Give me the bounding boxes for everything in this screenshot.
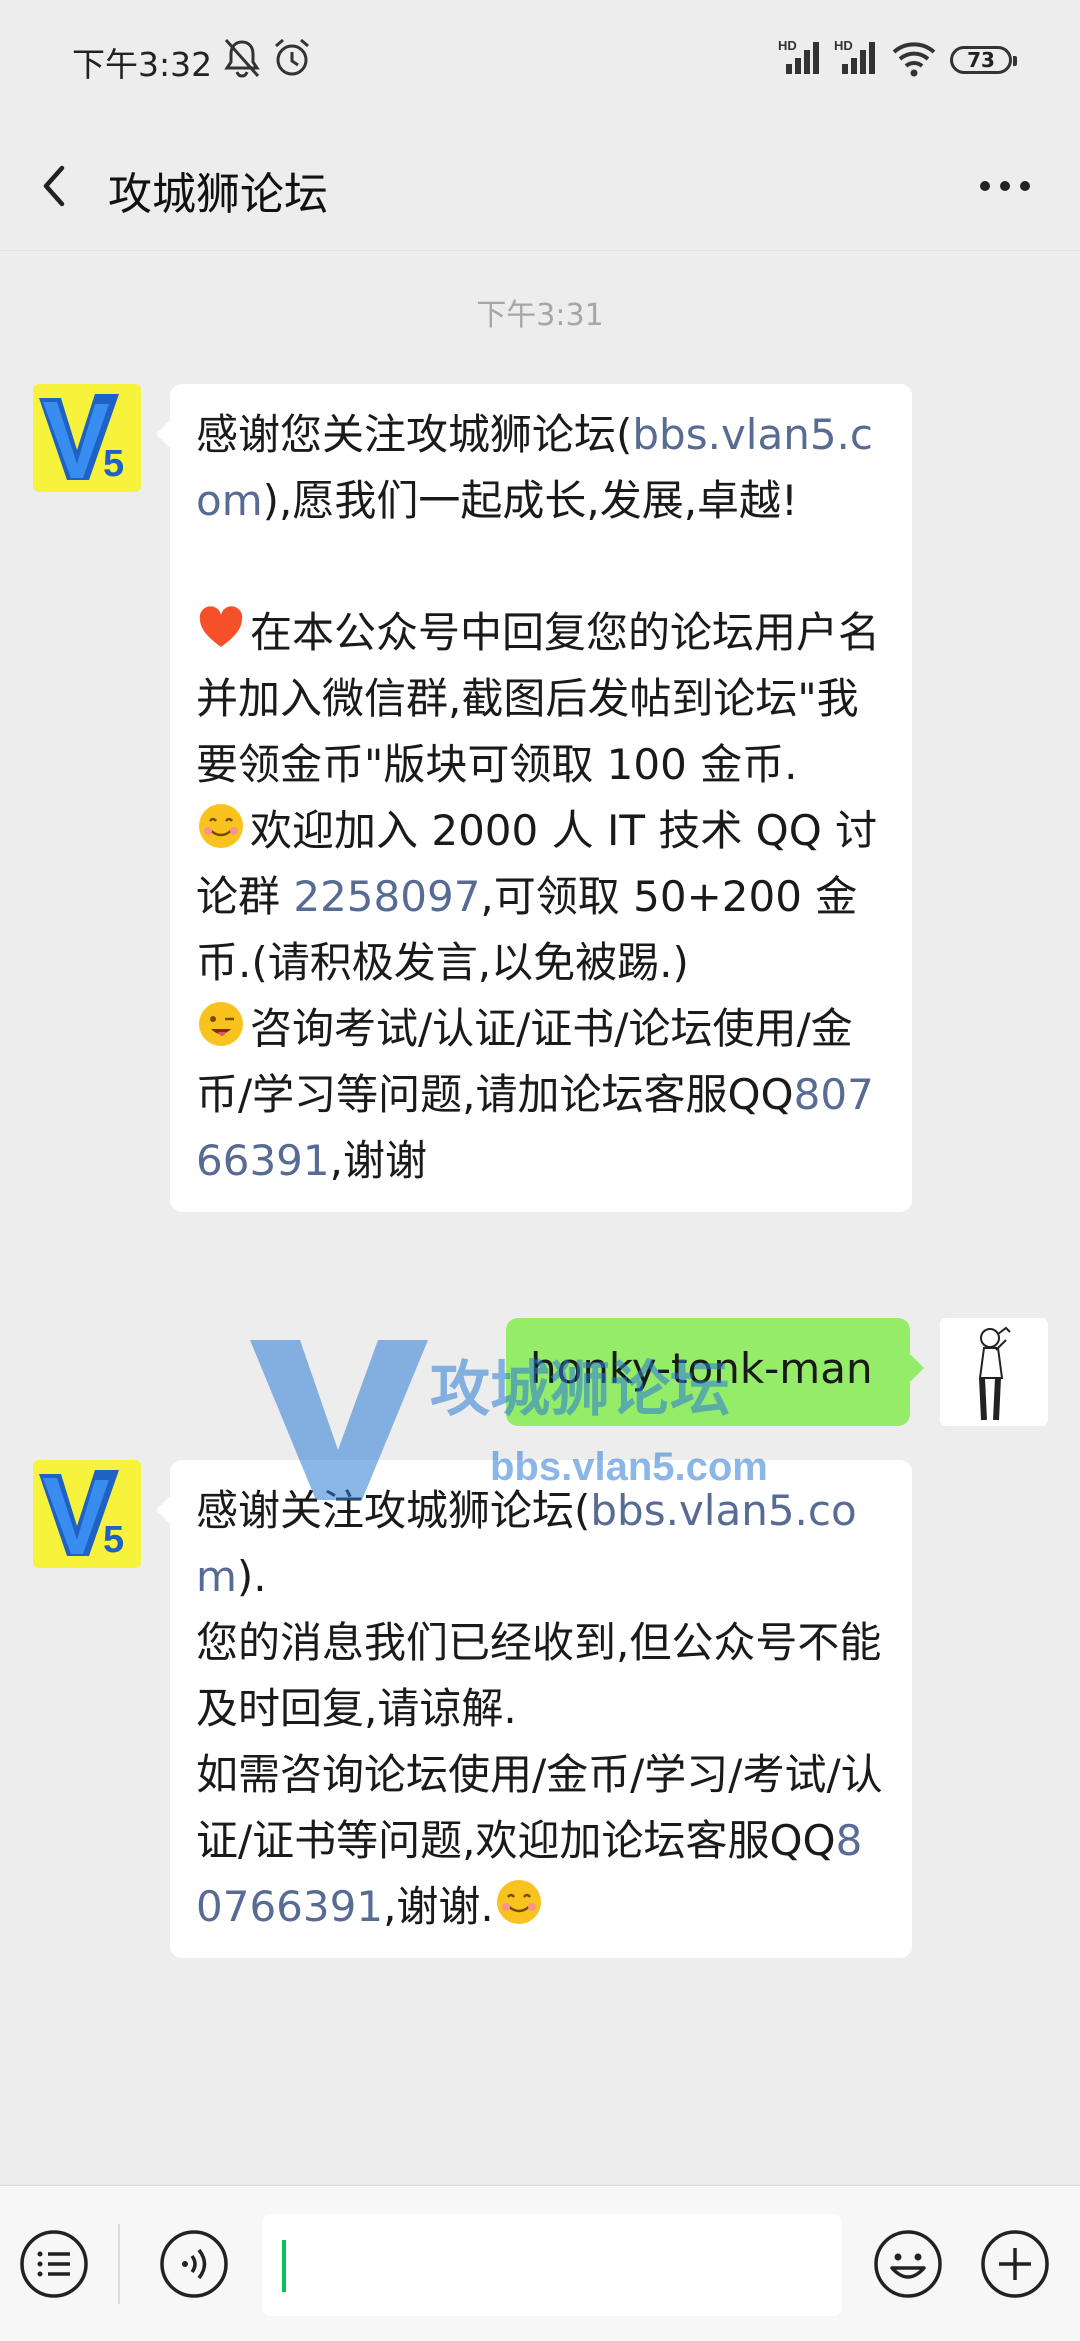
input-bar — [0, 2185, 1080, 2341]
svg-text:5: 5 — [103, 1519, 124, 1561]
svg-text:HD: HD — [778, 38, 797, 53]
alarm-icon — [275, 38, 309, 76]
message-bubble[interactable]: 感谢您关注攻城狮论坛(bbs.vlan5.com),愿我们一起成长,发展,卓越!… — [156, 384, 912, 1212]
menu-list-icon[interactable] — [18, 2228, 90, 2300]
message-input[interactable] — [262, 2214, 842, 2316]
official-account-avatar[interactable]: 5 — [33, 1460, 141, 1568]
more-dots-icon[interactable] — [970, 156, 1040, 216]
back-chevron-icon[interactable] — [26, 156, 86, 216]
message-text: 感谢关注攻城狮论坛(bbs.vlan5.com). — [196, 1486, 857, 1601]
message-text: 欢迎加入 2000 人 IT 技术 QQ 讨论群 2258097,可领取 50+… — [196, 804, 877, 987]
wink-emoji-icon — [199, 1002, 243, 1046]
message-text: 在本公众号中回复您的论坛用户名并加入微信群,截图后发帖到论坛"我要领金币"版块可… — [196, 606, 880, 789]
message-timestamp: 下午3:31 — [476, 298, 604, 333]
signal-hd-icon: HD — [778, 38, 819, 74]
svg-text:5: 5 — [103, 443, 124, 485]
svg-text:HD: HD — [834, 38, 853, 53]
smile-emoji-icon — [199, 804, 243, 848]
user-avatar[interactable] — [940, 1318, 1048, 1426]
text-caret — [282, 2240, 286, 2292]
battery-icon: 73 — [950, 46, 1017, 74]
sent-message-bubble[interactable]: honky-tonk-man — [506, 1318, 924, 1426]
link-text[interactable]: 2258097 — [293, 872, 480, 921]
message-bubble[interactable]: 感谢关注攻城狮论坛(bbs.vlan5.com). 您的消息我们已经收到,但公众… — [156, 1460, 912, 1958]
message-text: 咨询考试/认证/证书/论坛使用/金币/学习等问题,请加论坛客服QQ8076639… — [196, 1002, 874, 1185]
wifi-icon — [892, 42, 936, 77]
plus-icon[interactable] — [979, 2228, 1051, 2300]
message-text: 您的消息我们已经收到,但公众号不能及时回复,请谅解. — [196, 1618, 882, 1733]
divider — [118, 2224, 120, 2304]
message-text: 如需咨询论坛使用/金币/学习/考试/认证/证书等问题,欢迎加论坛客服QQ8076… — [196, 1750, 883, 1931]
page-title: 攻城狮论坛 — [108, 169, 328, 220]
mute-icon — [224, 39, 260, 78]
smile-emoji-icon — [496, 1880, 541, 1924]
chat-header: 攻城狮论坛 — [0, 120, 1080, 251]
message-list[interactable]: 下午3:31 5 感谢您关注攻城狮论坛(bbs.vlan5.com),愿我们一起… — [0, 250, 1080, 2185]
signal-hd-icon: HD — [834, 38, 875, 74]
official-account-avatar[interactable]: 5 — [33, 384, 141, 492]
status-time: 下午3:32 — [72, 45, 213, 84]
message-text: 感谢您关注攻城狮论坛(bbs.vlan5.com),愿我们一起成长,发展,卓越! — [196, 410, 873, 525]
status-bar: 下午3:32 HD HD 73 — [0, 0, 1080, 120]
emoji-icon[interactable] — [872, 2228, 944, 2300]
heart-emoji-icon — [199, 606, 243, 647]
voice-icon[interactable] — [158, 2228, 230, 2300]
message-text: honky-tonk-man — [530, 1344, 873, 1393]
